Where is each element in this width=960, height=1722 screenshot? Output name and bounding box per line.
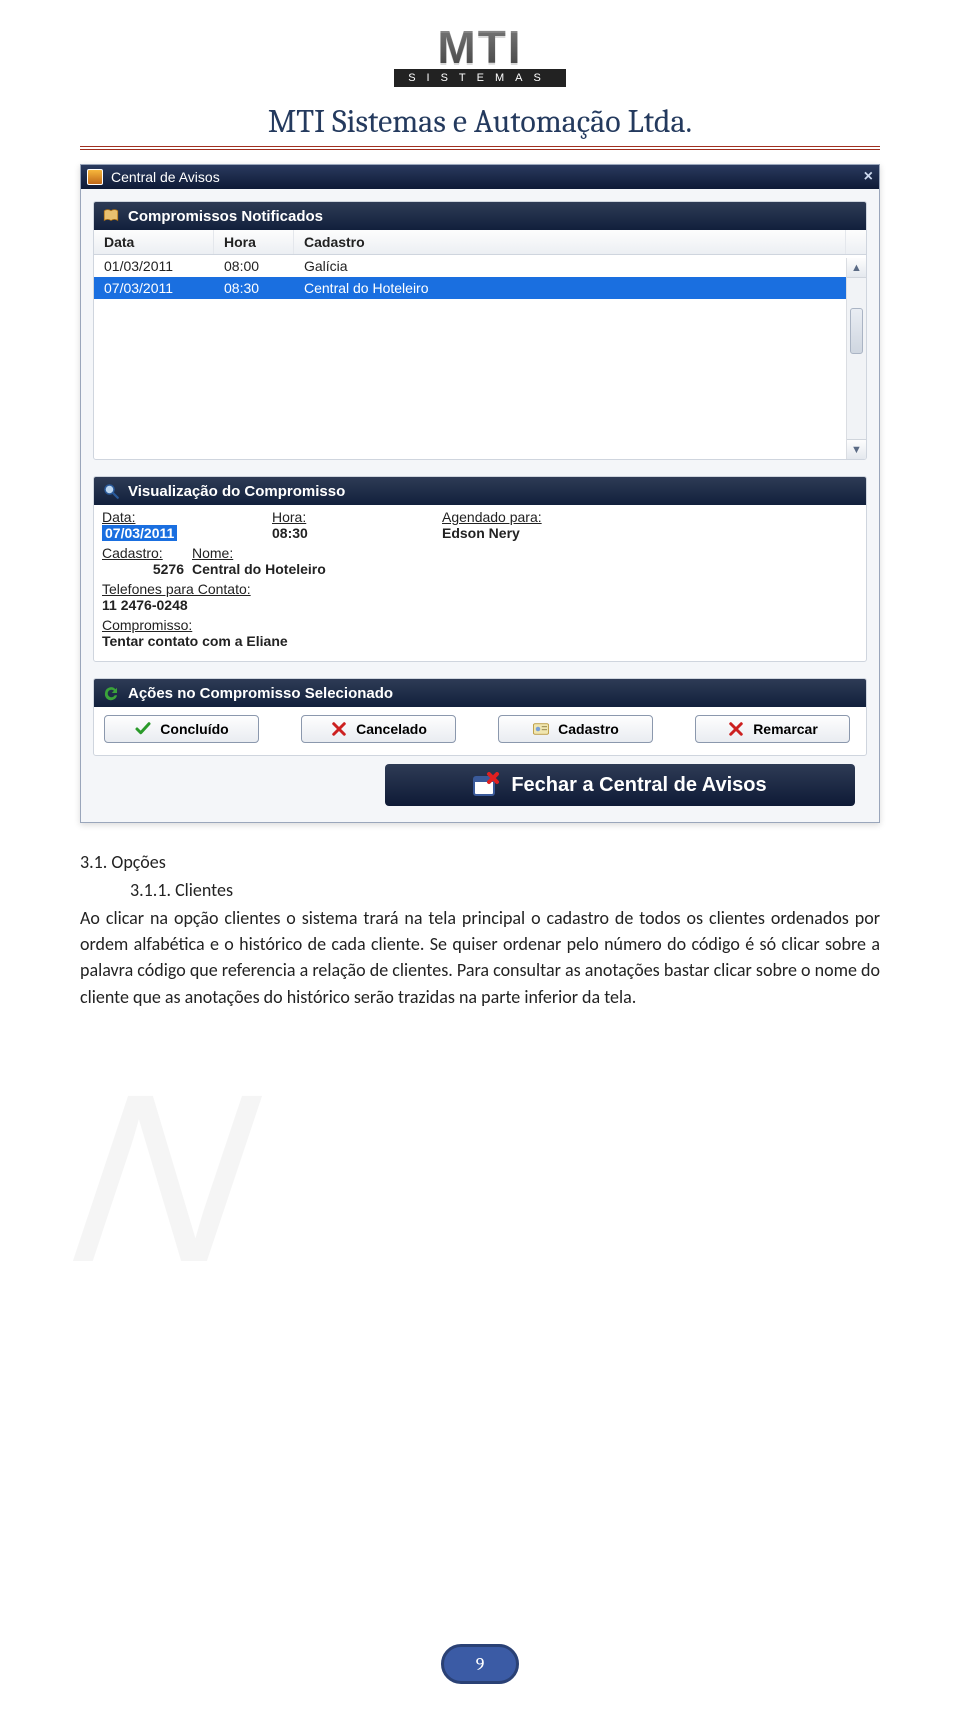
card-icon: [532, 720, 550, 738]
x-icon: [727, 720, 745, 738]
dialog-title: Central de Avisos: [111, 169, 220, 185]
scroll-thumb[interactable]: [850, 308, 863, 354]
cancelado-label: Cancelado: [356, 721, 427, 737]
cadastro-button[interactable]: Cadastro: [498, 715, 653, 743]
label-hora: Hora:: [272, 509, 402, 525]
cell-data: 07/03/2011: [94, 277, 214, 299]
check-icon: [134, 720, 152, 738]
scroll-up-icon[interactable]: ▲: [847, 258, 866, 278]
notif-table-head: Data Hora Cadastro: [94, 230, 866, 255]
logo-sub: SISTEMAS: [394, 69, 566, 87]
label-data: Data:: [102, 509, 232, 525]
x-icon: [330, 720, 348, 738]
book-icon: [102, 207, 120, 225]
col-hora[interactable]: Hora: [214, 230, 294, 254]
concluido-label: Concluído: [160, 721, 228, 737]
app-icon: [87, 169, 103, 185]
table-row[interactable]: ▶ 07/03/2011 08:30 Central do Hoteleiro: [94, 277, 866, 299]
watermark: N: [23, 1040, 596, 1560]
fechar-central-button[interactable]: Fechar a Central de Avisos: [385, 764, 855, 806]
label-nome: Nome:: [192, 545, 233, 561]
panel-notificados-header: Compromissos Notificados: [94, 202, 866, 230]
scrollbar-vertical[interactable]: ▲ ▼: [846, 258, 866, 459]
body-paragraph: 3.1. Opções 3.1.1. Clientes Ao clicar na…: [80, 849, 880, 1010]
subsection-number: 3.1.1. Clientes: [130, 877, 880, 903]
cell-hora: 08:00: [214, 255, 294, 277]
value-telefones: 11 2476-0248: [102, 597, 188, 613]
cell-cadastro: Central do Hoteleiro: [294, 277, 846, 299]
fechar-central-label: Fechar a Central de Avisos: [511, 774, 766, 797]
value-data: 07/03/2011: [102, 525, 177, 541]
window-close-icon: [473, 772, 499, 798]
paragraph-text: Ao clicar na opção clientes o sistema tr…: [80, 905, 880, 1009]
notif-table-body[interactable]: 01/03/2011 08:00 Galícia ▶ 07/03/2011 08…: [94, 255, 866, 459]
remarcar-label: Remarcar: [753, 721, 818, 737]
panel-acoes: Ações no Compromisso Selecionado Concluí…: [93, 678, 867, 756]
scroll-down-icon[interactable]: ▼: [847, 439, 866, 459]
panel-notificados: Compromissos Notificados Data Hora Cadas…: [93, 201, 867, 460]
title-rule: [80, 146, 880, 150]
section-number: 3.1. Opções: [80, 849, 880, 875]
cell-hora: 08:30: [214, 277, 294, 299]
concluido-button[interactable]: Concluído: [104, 715, 259, 743]
arrow-return-icon: [102, 684, 120, 702]
visualizacao-body: Data: 07/03/2011 Hora: 08:30 Agendado pa…: [94, 505, 866, 661]
dialog-titlebar[interactable]: Central de Avisos ×: [81, 165, 879, 189]
cell-cadastro: Galícia: [294, 255, 846, 277]
col-data[interactable]: Data: [94, 230, 214, 254]
dialog-body: Compromissos Notificados Data Hora Cadas…: [81, 189, 879, 822]
col-cadastro[interactable]: Cadastro: [294, 230, 846, 254]
value-cadastro: 5276: [153, 561, 184, 577]
logo-main: MTI: [394, 28, 566, 67]
panel-notificados-title: Compromissos Notificados: [128, 208, 323, 225]
panel-visualizacao: Visualização do Compromisso Data: 07/03/…: [93, 476, 867, 662]
dialog-central-avisos: Central de Avisos × Compromissos Notific…: [80, 164, 880, 823]
logo: MTI SISTEMAS: [394, 28, 566, 87]
doc-title: MTI Sistemas e Automação Ltda.: [0, 103, 960, 140]
magnifier-icon: [102, 482, 120, 500]
label-cadastro: Cadastro:: [102, 545, 192, 561]
label-telefones: Telefones para Contato:: [102, 581, 251, 597]
panel-acoes-header: Ações no Compromisso Selecionado: [94, 679, 866, 707]
label-compromisso: Compromisso:: [102, 617, 192, 633]
cadastro-label: Cadastro: [558, 721, 619, 737]
panel-visualizacao-title: Visualização do Compromisso: [128, 483, 345, 500]
page-number-badge: 9: [441, 1644, 519, 1684]
value-hora: 08:30: [272, 525, 308, 541]
close-icon[interactable]: ×: [864, 168, 873, 186]
value-compromisso: Tentar contato com a Eliane: [102, 633, 288, 649]
notif-table: Data Hora Cadastro 01/03/2011 08:00 Galí…: [94, 230, 866, 459]
cancelado-button[interactable]: Cancelado: [301, 715, 456, 743]
acoes-buttons: Concluído Cancelado Cadastro: [94, 707, 866, 755]
panel-visualizacao-header: Visualização do Compromisso: [94, 477, 866, 505]
cell-data: 01/03/2011: [94, 255, 214, 277]
panel-acoes-title: Ações no Compromisso Selecionado: [128, 685, 393, 702]
table-row[interactable]: 01/03/2011 08:00 Galícia: [94, 255, 866, 277]
label-agendado: Agendado para:: [442, 509, 542, 525]
remarcar-button[interactable]: Remarcar: [695, 715, 850, 743]
value-agendado: Edson Nery: [442, 525, 520, 541]
table-empty-area: [94, 299, 866, 459]
doc-header: MTI SISTEMAS: [0, 0, 960, 87]
value-nome: Central do Hoteleiro: [192, 561, 326, 577]
